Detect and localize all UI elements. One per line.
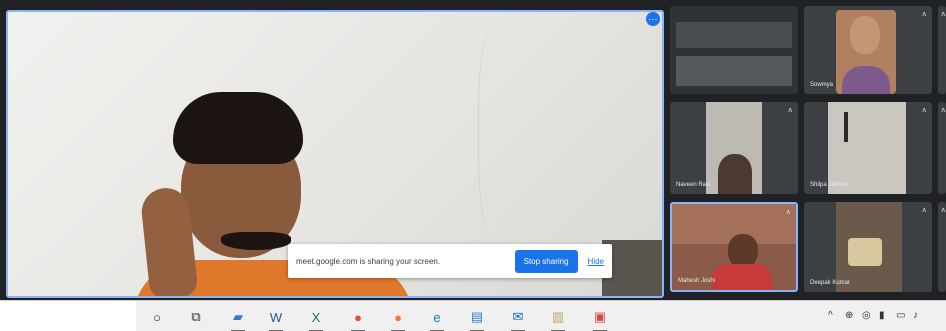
participant-tile[interactable]: Sowmya ʌ (804, 6, 932, 94)
tile-video (676, 56, 792, 86)
participant-tile[interactable] (670, 6, 798, 94)
sharing-message: meet.google.com is sharing your screen. (296, 256, 441, 266)
muted-mic-icon: ʌ (941, 107, 946, 114)
presenter-mustache (221, 232, 291, 250)
system-tray-icon[interactable]: ▭ (896, 310, 905, 321)
participant-name: Deepak Kumar (810, 280, 851, 286)
participant-face (850, 16, 880, 54)
presenter-video[interactable]: meet.google.com is sharing your screen. … (6, 10, 664, 298)
participant-tile[interactable]: ʌ (938, 102, 946, 194)
participant-tile[interactable]: ʌ (938, 6, 946, 94)
muted-mic-icon: ʌ (922, 107, 927, 114)
participant-name: Mahesh Joshi (678, 278, 716, 284)
muted-mic-icon: ʌ (922, 11, 927, 18)
system-tray-icon[interactable]: ^ (828, 310, 833, 321)
muted-mic-icon: ʌ (922, 207, 927, 214)
muted-mic-icon: ʌ (941, 207, 946, 214)
participant-clothes (712, 264, 772, 290)
participant-grid: Sowmya ʌ ʌ Naveen Ravi ʌ Shilpa Jadhav ʌ… (670, 6, 946, 296)
chrome-icon[interactable]: ● (348, 307, 368, 331)
participant-tile[interactable]: Naveen Ravi ʌ (670, 102, 798, 194)
participant-head (718, 154, 752, 194)
participant-clothes (842, 66, 890, 94)
mail-icon[interactable]: ✉ (508, 307, 528, 331)
store-icon[interactable]: ▤ (467, 307, 487, 331)
lamp-light (848, 238, 882, 266)
system-tray-icon[interactable]: ♪ (913, 310, 918, 321)
ceiling-fan (844, 112, 848, 142)
muted-mic-icon: ʌ (786, 209, 791, 216)
muted-mic-icon: ʌ (788, 107, 793, 114)
muted-mic-icon: ʌ (941, 11, 946, 18)
firefox-icon[interactable]: ● (388, 307, 408, 331)
participant-name: Shilpa Jadhav (810, 182, 848, 188)
google-meet-window: meet.google.com is sharing your screen. … (0, 0, 946, 331)
participant-tile[interactable]: Deepak Kumar ʌ (804, 202, 932, 292)
system-tray-icon[interactable]: ▮ (879, 310, 885, 321)
sharing-banner: meet.google.com is sharing your screen. … (288, 244, 612, 278)
participant-face (728, 234, 758, 268)
search-circle-icon[interactable]: ○ (147, 307, 167, 327)
windows-taskbar: ○ ⧉ ▰ W X ● ● e ▤ ✉ ▥ ▣ ^ ⊕ ◎ ▮ ▭ ♪ (0, 300, 946, 331)
participant-tile[interactable]: Mahesh Joshi ʌ (670, 202, 798, 292)
photos-icon[interactable]: ▣ (590, 307, 610, 331)
participant-name: Sowmya (810, 82, 834, 88)
hide-banner-link[interactable]: Hide (588, 257, 604, 266)
file-explorer-icon[interactable]: ▰ (228, 307, 248, 331)
wall-background (478, 32, 508, 232)
participant-tile[interactable]: Shilpa Jadhav ʌ (804, 102, 932, 194)
system-tray-icon[interactable]: ◎ (862, 310, 871, 321)
presenter-hair (173, 92, 303, 164)
participant-tile[interactable]: ʌ (938, 202, 946, 292)
excel-icon[interactable]: X (306, 307, 326, 331)
edge-icon[interactable]: e (427, 307, 447, 331)
tile-video (676, 22, 792, 48)
word-icon[interactable]: W (266, 307, 286, 331)
notepad-icon[interactable]: ▥ (548, 307, 568, 331)
stop-sharing-button[interactable]: Stop sharing (514, 249, 578, 273)
taskbar-search-area[interactable] (0, 301, 136, 331)
system-tray-icon[interactable]: ⊕ (845, 310, 853, 321)
tile-options-icon[interactable]: ⋯ (646, 12, 660, 26)
participant-name: Naveen Ravi (676, 182, 711, 188)
task-view-icon[interactable]: ⧉ (186, 307, 206, 327)
tile-video (828, 102, 906, 194)
